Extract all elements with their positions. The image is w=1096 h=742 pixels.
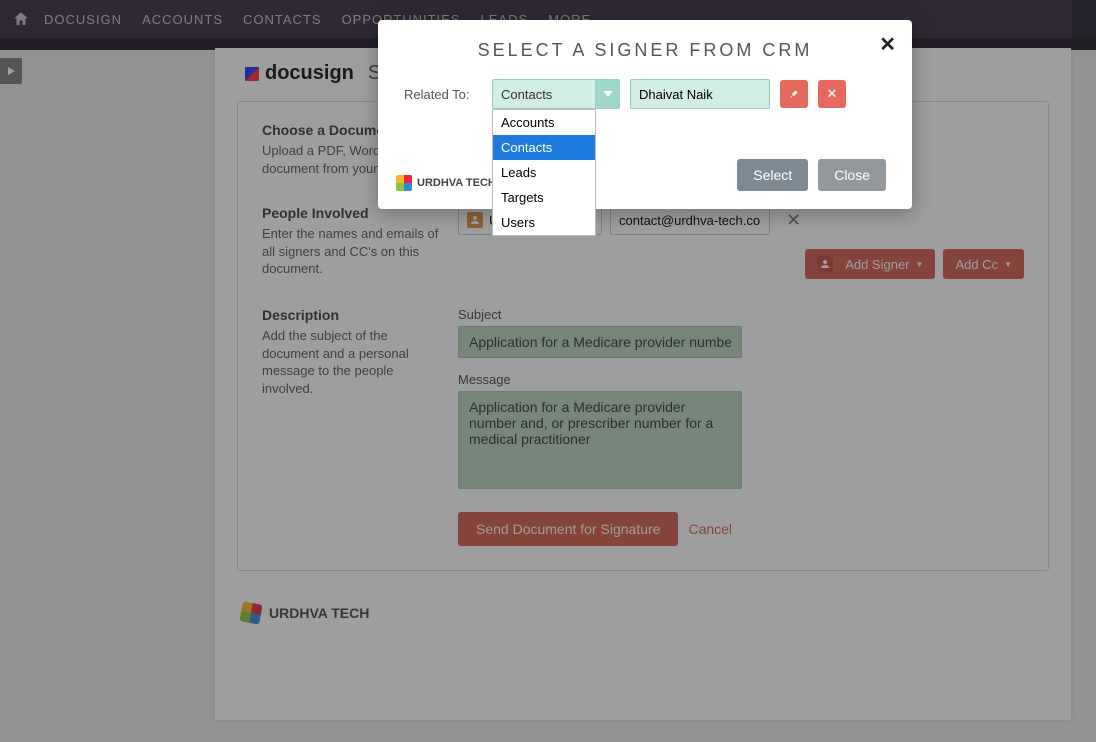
related-to-row: Related To: Contacts Accounts Contacts L… xyxy=(404,79,886,109)
urdhva-mini-icon xyxy=(396,175,412,191)
pin-button[interactable] xyxy=(780,80,808,108)
type-select-wrap: Contacts Accounts Contacts Leads Targets… xyxy=(492,79,620,109)
modal-select-button[interactable]: Select xyxy=(737,159,808,191)
clear-button[interactable]: ✕ xyxy=(818,80,846,108)
modal-close-button[interactable]: Close xyxy=(818,159,886,191)
type-select-toggle[interactable] xyxy=(596,79,620,109)
modal-mini-brand-text: URDHVA TECH xyxy=(417,177,496,189)
type-option-contacts[interactable]: Contacts xyxy=(493,135,595,160)
modal-close-icon[interactable]: ✕ xyxy=(879,32,896,57)
related-to-label: Related To: xyxy=(404,87,482,102)
triangle-down-icon xyxy=(603,91,613,97)
type-option-leads[interactable]: Leads xyxy=(493,160,595,185)
modal-title: SELECT A SIGNER FROM CRM xyxy=(404,40,886,61)
type-select[interactable]: Contacts xyxy=(492,79,596,109)
type-dropdown: Accounts Contacts Leads Targets Users xyxy=(492,109,596,236)
select-signer-modal: SELECT A SIGNER FROM CRM ✕ Related To: C… xyxy=(378,20,912,209)
type-option-accounts[interactable]: Accounts xyxy=(493,110,595,135)
signer-name-field[interactable]: Dhaivat Naik xyxy=(630,79,770,109)
signer-name-value: Dhaivat Naik xyxy=(639,87,713,102)
type-option-targets[interactable]: Targets xyxy=(493,185,595,210)
type-option-users[interactable]: Users xyxy=(493,210,595,235)
type-select-value: Contacts xyxy=(501,87,552,102)
modal-mini-brand: URDHVA TECH xyxy=(396,175,496,191)
